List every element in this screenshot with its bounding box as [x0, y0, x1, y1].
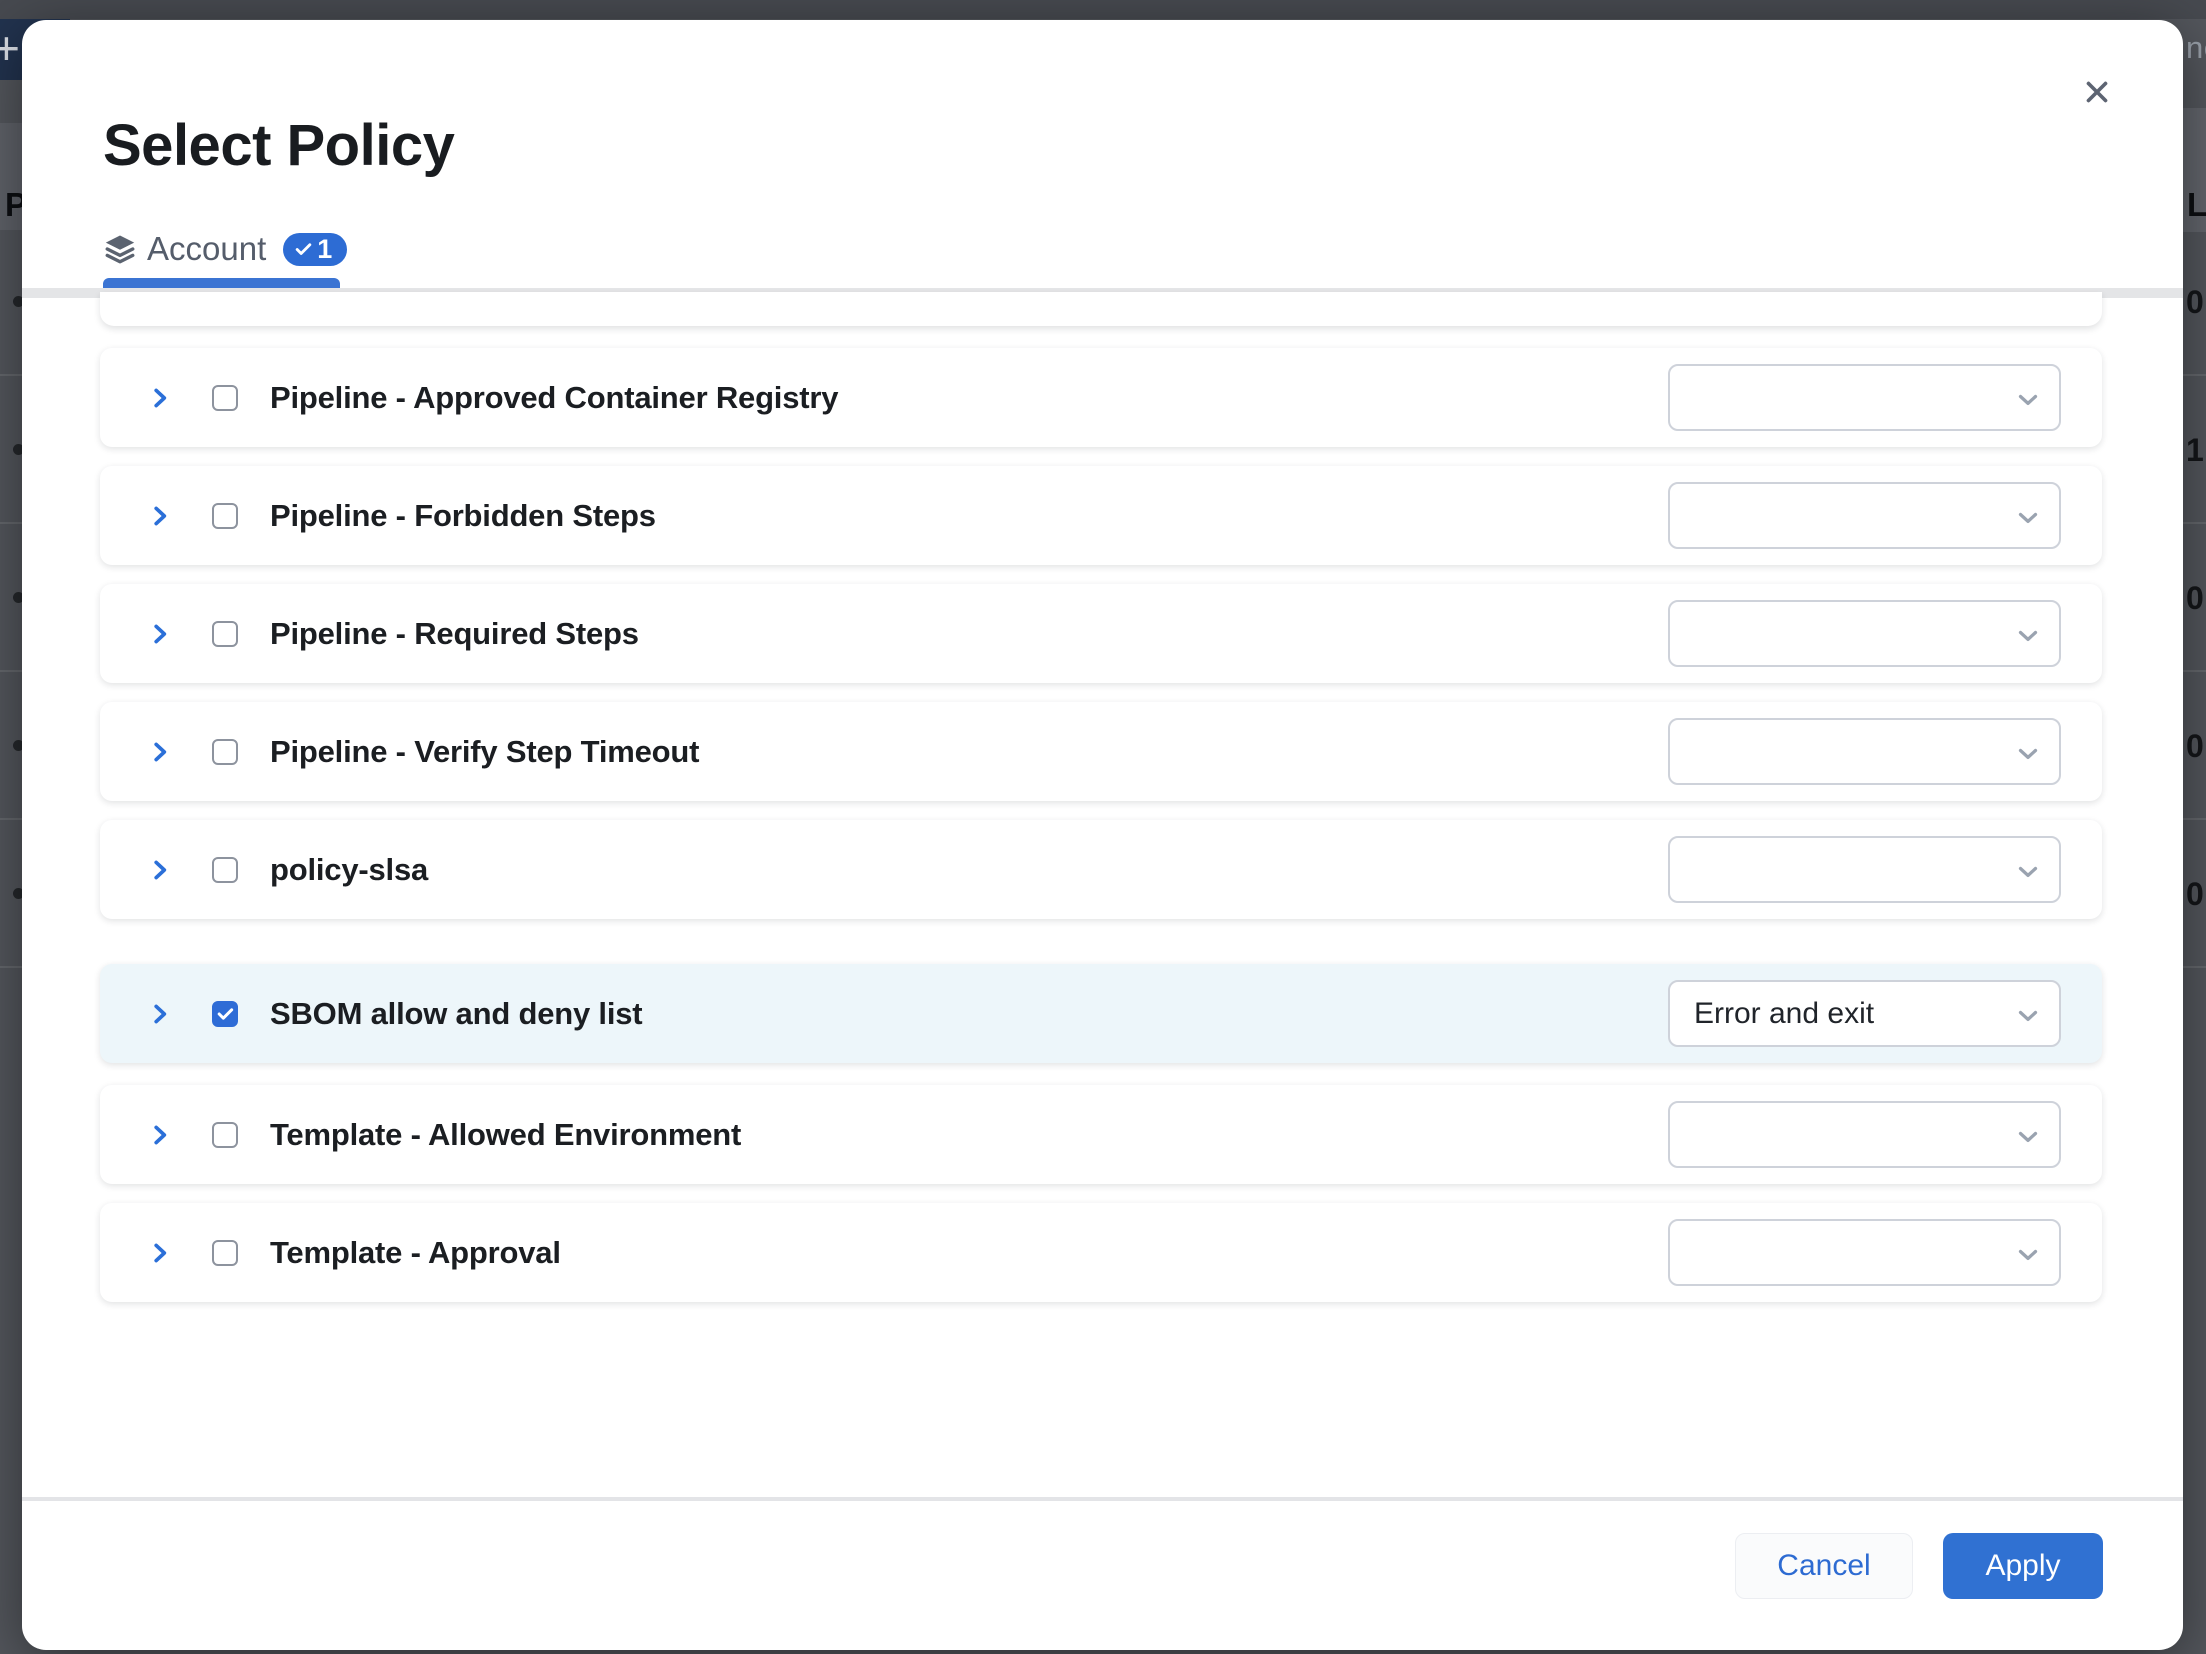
- policy-name: Pipeline - Verify Step Timeout: [270, 734, 699, 770]
- policy-row[interactable]: SBOM allow and deny list Error and exit: [100, 964, 2102, 1063]
- policy-name: Pipeline - Required Steps: [270, 616, 639, 652]
- policy-row[interactable]: Pipeline - Required Steps: [100, 584, 2102, 683]
- expand-chevron-icon[interactable]: [147, 502, 173, 530]
- policy-row[interactable]: policy-slsa: [100, 820, 2102, 919]
- modal-title: Select Policy: [103, 112, 454, 179]
- partially-scrolled-row: [100, 292, 2102, 326]
- expand-chevron-icon[interactable]: [147, 1000, 173, 1028]
- policy-checkbox[interactable]: [212, 385, 238, 411]
- policy-checkbox[interactable]: [212, 857, 238, 883]
- policy-action-select[interactable]: [1668, 600, 2061, 667]
- footer-divider: [22, 1497, 2183, 1501]
- background-cell-value: 0: [2186, 580, 2204, 617]
- policy-checkbox[interactable]: [212, 739, 238, 765]
- tab-account[interactable]: Account 1: [103, 220, 347, 278]
- policy-row[interactable]: Template - Allowed Environment: [100, 1085, 2102, 1184]
- background-top-bar: [0, 0, 2206, 19]
- policy-name: Pipeline - Approved Container Registry: [270, 380, 838, 416]
- background-search-text: ne: [2186, 30, 2206, 66]
- expand-chevron-icon[interactable]: [147, 856, 173, 884]
- expand-chevron-icon[interactable]: [147, 1121, 173, 1149]
- policy-row[interactable]: Pipeline - Verify Step Timeout: [100, 702, 2102, 801]
- expand-chevron-icon[interactable]: [147, 738, 173, 766]
- policy-checkbox[interactable]: [212, 1122, 238, 1148]
- background-cell-value: 0: [2186, 876, 2204, 913]
- policy-action-select[interactable]: Error and exit: [1668, 980, 2061, 1047]
- tab-account-label: Account: [147, 230, 266, 268]
- policy-name: policy-slsa: [270, 852, 428, 888]
- policy-name: Template - Allowed Environment: [270, 1117, 741, 1153]
- policy-name: SBOM allow and deny list: [270, 996, 642, 1032]
- selected-count: 1: [317, 236, 332, 263]
- expand-chevron-icon[interactable]: [147, 620, 173, 648]
- chevron-down-icon: [2013, 1000, 2043, 1030]
- chevron-down-icon: [2013, 856, 2043, 886]
- policy-name: Template - Approval: [270, 1235, 561, 1271]
- policy-action-select[interactable]: [1668, 1219, 2061, 1286]
- policy-checkbox[interactable]: [212, 503, 238, 529]
- select-policy-modal: Select Policy Account 1: [22, 20, 2183, 1650]
- background-right-header-text: L: [2187, 186, 2206, 224]
- chevron-down-icon: [2013, 502, 2043, 532]
- background-cell-value: 1: [2186, 432, 2204, 469]
- cancel-button[interactable]: Cancel: [1735, 1533, 1913, 1599]
- chevron-down-icon: [2013, 620, 2043, 650]
- close-button[interactable]: [2072, 67, 2122, 117]
- background-cell-value: 0: [2186, 284, 2204, 321]
- expand-chevron-icon[interactable]: [147, 1239, 173, 1267]
- chevron-down-icon: [2013, 1121, 2043, 1151]
- chevron-down-icon: [2013, 738, 2043, 768]
- policy-checkbox[interactable]: [212, 1001, 238, 1027]
- policy-action-select[interactable]: [1668, 836, 2061, 903]
- expand-chevron-icon[interactable]: [147, 384, 173, 412]
- layers-icon: [103, 232, 137, 266]
- chevron-down-icon: [2013, 384, 2043, 414]
- policy-checkbox[interactable]: [212, 1240, 238, 1266]
- close-icon: [2080, 75, 2114, 109]
- selected-count-badge: 1: [283, 233, 347, 266]
- policy-checkbox[interactable]: [212, 621, 238, 647]
- check-icon: [294, 240, 313, 259]
- policy-action-select[interactable]: [1668, 364, 2061, 431]
- policy-row[interactable]: Template - Approval: [100, 1203, 2102, 1302]
- policy-action-value: Error and exit: [1694, 997, 1874, 1031]
- apply-button[interactable]: Apply: [1943, 1533, 2103, 1599]
- background-cell-value: 0: [2186, 728, 2204, 765]
- policy-row[interactable]: Pipeline - Approved Container Registry: [100, 348, 2102, 447]
- policy-action-select[interactable]: [1668, 718, 2061, 785]
- policy-action-select[interactable]: [1668, 482, 2061, 549]
- policy-name: Pipeline - Forbidden Steps: [270, 498, 656, 534]
- active-tab-indicator: [103, 278, 340, 288]
- checkmark-icon: [215, 1004, 235, 1024]
- policy-action-select[interactable]: [1668, 1101, 2061, 1168]
- policy-row[interactable]: Pipeline - Forbidden Steps: [100, 466, 2102, 565]
- chevron-down-icon: [2013, 1239, 2043, 1269]
